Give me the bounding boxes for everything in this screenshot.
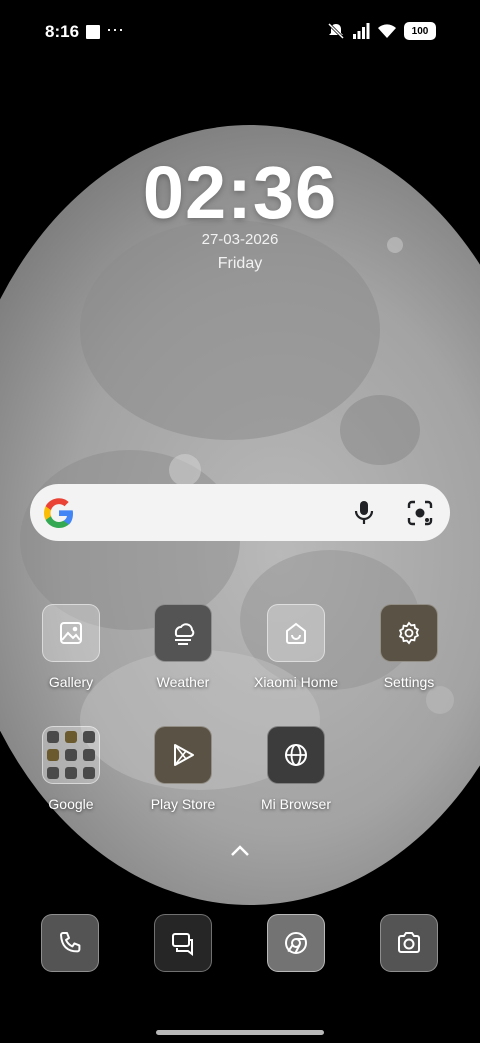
search-input[interactable] [100,494,354,532]
google-logo [44,498,73,528]
notification-icon [86,25,100,39]
app-label: Gallery [48,674,94,690]
app-label: Xiaomi Home [253,674,339,690]
app-gallery[interactable]: Gallery [15,604,127,690]
play-store-icon [154,726,212,784]
app-label: Play Store [150,796,216,812]
mute-icon [327,22,345,40]
wifi-icon [378,24,396,38]
gallery-icon [42,604,100,662]
app-label: Weather [156,674,210,690]
status-time: 8:16 [45,22,80,41]
mic-icon[interactable] [350,498,378,526]
app-play-store[interactable]: Play Store [127,726,239,812]
camera-icon [380,914,438,972]
folder-icon [42,726,100,784]
more-notifications-icon: ⋯ [106,20,125,40]
app-drawer-chevron-up-icon[interactable] [228,842,252,860]
gear-icon [380,604,438,662]
weather-icon [154,604,212,662]
app-label: Google [48,796,94,812]
xiaomi-home-icon [267,604,325,662]
lens-icon[interactable] [405,498,435,528]
status-bar: 8:16 ⋯ 100 [0,0,480,64]
clock-date: 27-03-2026 [201,231,279,248]
home-gesture-bar[interactable] [156,1030,324,1035]
google-search-bar[interactable] [30,484,450,541]
app-weather[interactable]: Weather [127,604,239,690]
messages-icon [154,914,212,972]
app-google-folder[interactable]: Google [15,726,127,812]
app-settings[interactable]: Settings [353,604,465,690]
dock-camera[interactable] [380,914,438,972]
dock-phone[interactable] [41,914,99,972]
app-label: Settings [383,674,435,690]
globe-icon [267,726,325,784]
clock-time: 02:36 [142,151,338,234]
app-mi-browser[interactable]: Mi Browser [240,726,352,812]
clock-day: Friday [217,255,263,272]
phone-icon [41,914,99,972]
signal-icon [353,23,370,39]
app-xiaomi-home[interactable]: Xiaomi Home [240,604,352,690]
dock-messages[interactable] [154,914,212,972]
dock-chrome[interactable] [267,914,325,972]
chrome-icon [267,914,325,972]
app-label: Mi Browser [260,796,331,812]
battery-icon: 100 [404,22,436,40]
